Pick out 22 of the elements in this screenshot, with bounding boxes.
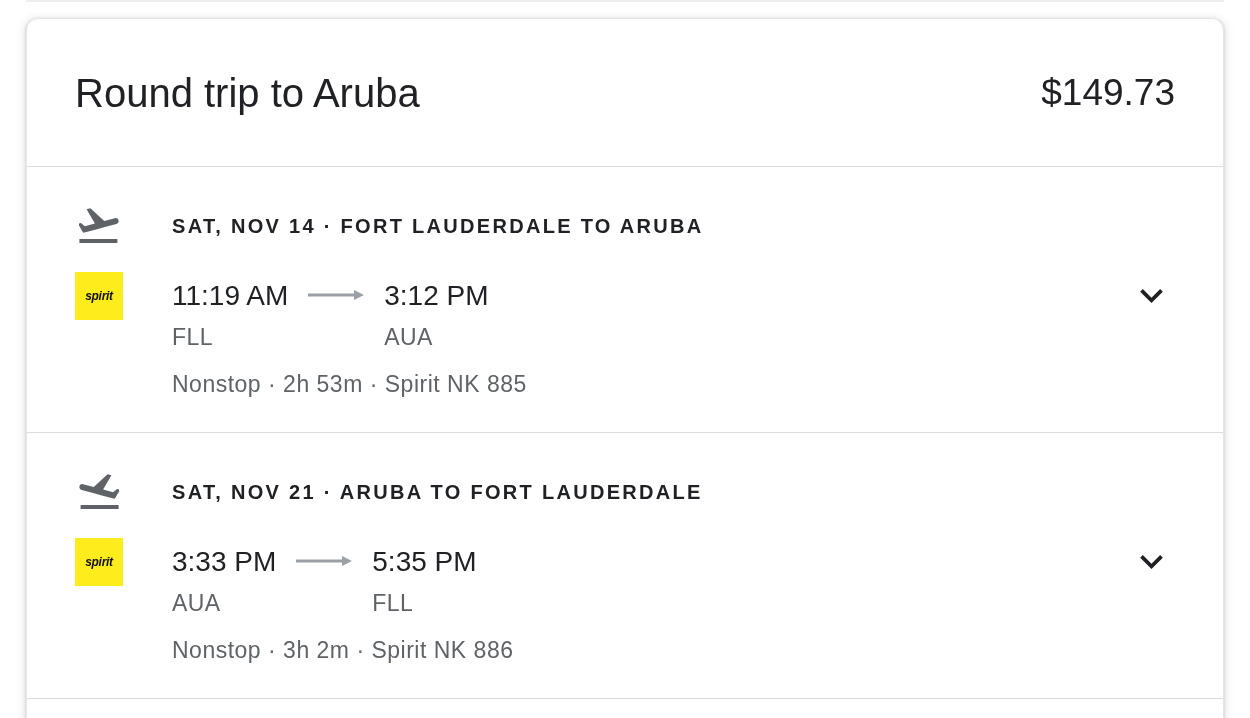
flight-details: Nonstop · 2h 53m · Spirit NK 885	[172, 371, 527, 397]
arrival-time: 5:35 PM	[372, 545, 477, 579]
departure-airport: FLL	[172, 324, 214, 350]
chevron-down-icon[interactable]	[1140, 289, 1163, 303]
airline-logo: spirit	[75, 272, 123, 320]
arrival-time: 3:12 PM	[384, 279, 489, 313]
arrow-icon	[296, 556, 353, 566]
departure-airport: AUA	[172, 590, 222, 616]
departure-time: 11:19 AM	[172, 279, 289, 313]
flight-details: Nonstop · 3h 2m · Spirit NK 886	[172, 637, 514, 663]
chevron-down-icon[interactable]	[1140, 555, 1163, 569]
trip-price: $149.73	[1041, 70, 1175, 115]
arrival-airport: AUA	[384, 324, 434, 350]
plane-takeoff-icon	[79, 208, 119, 243]
flight-heading: SAT, NOV 14 · FORT LAUDERDALE TO ARUBA	[172, 213, 704, 239]
plane-takeoff-icon	[79, 474, 119, 509]
arrow-icon	[308, 290, 365, 300]
trip-title: Round trip to Aruba	[75, 69, 420, 117]
airline-logo: spirit	[75, 538, 123, 586]
departure-time: 3:33 PM	[172, 545, 277, 579]
flight-heading: SAT, NOV 21 · ARUBA TO FORT LAUDERDALE	[172, 479, 703, 505]
arrival-airport: FLL	[372, 590, 415, 616]
